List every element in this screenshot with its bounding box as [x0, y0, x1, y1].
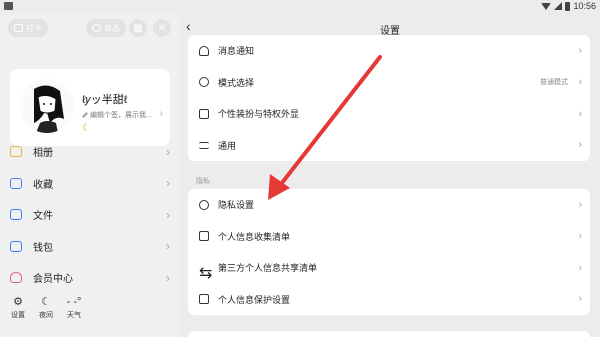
menu-item-label: 文件 [33, 211, 53, 223]
chevron-right-icon: › [578, 76, 582, 89]
privacy-section-header: 隐私 [196, 178, 210, 185]
menu-item-label: 钱包 [33, 242, 53, 254]
moon-badge-icon: ☾ [82, 123, 91, 134]
settings-panel: ‹ 设置 消息通知 › 模式选择 普通模式 › 个性装扮与特权外显 › 通用 ›… [180, 13, 600, 337]
menu-item-favorites[interactable]: 收藏 › [0, 168, 180, 200]
bell-icon [199, 45, 209, 56]
chevron-right-icon: › [578, 44, 582, 57]
settings-group-more [188, 331, 590, 337]
status-label: 状态 [104, 23, 120, 33]
night-mode-label: 夜间 [39, 312, 53, 319]
gear-icon: ⚙ [13, 296, 23, 308]
mode-icon [199, 77, 209, 88]
night-mode-shortcut[interactable]: ☾ 夜间 [34, 296, 58, 320]
settings-row-third-party-sharing[interactable]: ⇆ 第三方个人信息共享清单 › [188, 252, 590, 284]
chevron-right-icon: › [159, 108, 163, 119]
chevron-right-icon: › [578, 198, 582, 211]
qr-code-icon: ▦ [133, 22, 143, 34]
status-icons: 10:56 [541, 1, 596, 11]
wallet-icon [10, 240, 22, 252]
chevron-right-icon: › [166, 239, 170, 254]
side-drawer: 打卡 状态 ▦ ✕ ℓ𝑦ッ半甜ℓ 编辑个签，展示我... › ☾ 相册 › 收藏… [0, 13, 180, 337]
wifi-icon [541, 2, 552, 10]
status-bar: 10:56 [0, 0, 600, 13]
settings-row-notifications[interactable]: 消息通知 › [188, 35, 590, 67]
temperature-text: - -° [66, 296, 82, 308]
row-label: 消息通知 [218, 46, 255, 57]
row-label: 个性装扮与特权外显 [218, 109, 300, 120]
profile-card[interactable]: ℓ𝑦ッ半甜ℓ 编辑个签，展示我... › ☾ [10, 69, 170, 146]
battery-icon [565, 1, 571, 11]
chevron-right-icon: › [578, 230, 582, 243]
row-label: 第三方个人信息共享清单 [218, 263, 318, 274]
notification-icon [4, 2, 13, 10]
row-label: 个人信息收集清单 [218, 231, 291, 242]
settings-row-mode[interactable]: 模式选择 普通模式 › [188, 67, 590, 99]
chevron-right-icon: › [166, 207, 170, 222]
signal-icon [554, 2, 563, 10]
shield-icon [199, 199, 209, 210]
chevron-right-icon: › [166, 270, 170, 285]
shirt-icon [199, 108, 209, 119]
username: ℓ𝑦ッ半甜ℓ [82, 94, 128, 106]
menu-item-album[interactable]: 相册 › [0, 136, 180, 168]
row-label: 个人信息保护设置 [218, 294, 291, 305]
chevron-right-icon: › [166, 144, 170, 159]
avatar[interactable] [20, 79, 74, 133]
menu-item-wallet[interactable]: 钱包 › [0, 231, 180, 263]
pencil-icon [82, 112, 88, 118]
menu-item-files[interactable]: 文件 › [0, 199, 180, 231]
settings-shortcut-label: 设置 [11, 312, 25, 319]
check-shield-icon [199, 294, 209, 305]
bio[interactable]: 编辑个签，展示我... [82, 110, 152, 120]
chevron-right-icon: › [578, 293, 582, 306]
settings-row-general[interactable]: 通用 › [188, 130, 590, 162]
status-time: 10:56 [573, 1, 596, 11]
menu-item-label: 相册 [33, 148, 53, 160]
drawer-bottom-bar: ⚙ 设置 ☾ 夜间 - -° 天气 [0, 294, 180, 330]
bookmark-icon [10, 177, 22, 189]
sliders-icon [199, 141, 209, 149]
chevron-right-icon: › [578, 261, 582, 274]
close-icon: ✕ [157, 22, 167, 34]
row-label: 通用 [218, 140, 237, 151]
settings-row-info-protection[interactable]: 个人信息保护设置 › [188, 284, 590, 316]
menu-item-label: 收藏 [33, 179, 53, 191]
settings-group-privacy: 隐私设置 › 个人信息收集清单 › ⇆ 第三方个人信息共享清单 › 个人信息保护… [188, 189, 590, 315]
share-icon: ⇆ [199, 264, 213, 282]
weather-label: 天气 [67, 312, 81, 319]
document-icon [199, 231, 209, 242]
row-value: 普通模式 [540, 79, 568, 87]
chevron-right-icon: › [578, 139, 582, 152]
vip-icon [10, 272, 22, 284]
calendar-icon [14, 24, 23, 32]
status-icon [92, 24, 101, 32]
drawer-top-buttons: 打卡 状态 ▦ ✕ [8, 17, 180, 39]
settings-shortcut[interactable]: ⚙ 设置 [6, 296, 30, 320]
status-button[interactable]: 状态 [86, 19, 126, 37]
weather-shortcut[interactable]: - -° 天气 [62, 296, 86, 320]
settings-row-info-collection[interactable]: 个人信息收集清单 › [188, 221, 590, 253]
chevron-right-icon: › [578, 107, 582, 120]
folder-icon [10, 209, 22, 221]
settings-row-appearance[interactable]: 个性装扮与特权外显 › [188, 98, 590, 130]
row-label: 隐私设置 [218, 200, 255, 211]
moon-icon: ☾ [41, 296, 51, 308]
close-button[interactable]: ✕ [153, 19, 171, 37]
checkin-button[interactable]: 打卡 [8, 19, 48, 37]
menu-item-vip[interactable]: 会员中心 › [0, 262, 180, 294]
checkin-label: 打卡 [26, 23, 42, 33]
photo-icon [10, 146, 22, 158]
drawer-menu: 相册 › 收藏 › 文件 › 钱包 › 会员中心 › [0, 136, 180, 294]
row-label: 模式选择 [218, 77, 255, 88]
settings-group-general: 消息通知 › 模式选择 普通模式 › 个性装扮与特权外显 › 通用 › [188, 35, 590, 161]
chevron-right-icon: › [166, 176, 170, 191]
menu-item-label: 会员中心 [33, 274, 73, 286]
qr-code-button[interactable]: ▦ [129, 19, 147, 37]
bio-text: 编辑个签，展示我... [90, 112, 152, 119]
settings-row-privacy[interactable]: 隐私设置 › [188, 189, 590, 221]
